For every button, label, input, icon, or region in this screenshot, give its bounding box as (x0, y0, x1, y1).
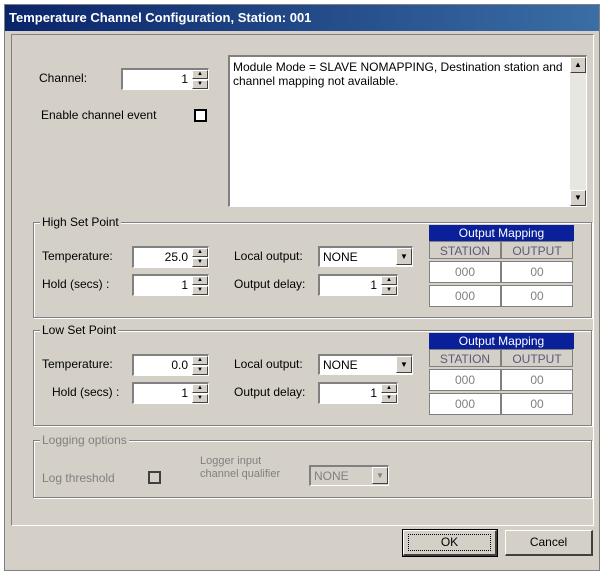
low-mapping-output-cell[interactable]: 00 (501, 369, 573, 391)
scroll-up-arrow-icon[interactable]: ▲ (570, 57, 586, 73)
enable-event-label: Enable channel event (41, 108, 157, 122)
low-local-output-label: Local output: (234, 357, 303, 371)
high-output-delay-value: 1 (370, 278, 377, 292)
high-mapping-output-header: OUTPUT (501, 241, 573, 259)
channel-label: Channel: (39, 71, 88, 85)
low-hold-spinner[interactable]: 1 ▲ ▼ (132, 382, 209, 404)
low-temperature-up-arrow-icon[interactable]: ▲ (192, 356, 208, 365)
log-threshold-label: Log threshold (42, 471, 115, 485)
table-row: 000 00 (429, 259, 574, 283)
low-local-output-value: NONE (323, 358, 358, 372)
high-temperature-spinner[interactable]: 25.0 ▲ ▼ (132, 246, 209, 268)
cancel-button-label: Cancel (529, 535, 568, 549)
logger-input-label: Logger input (200, 455, 262, 467)
high-mapping-output-cell[interactable]: 00 (501, 285, 573, 307)
logging-options-title: Logging options (40, 433, 129, 447)
high-output-delay-up-arrow-icon[interactable]: ▲ (381, 276, 397, 285)
low-output-delay-down-arrow-icon[interactable]: ▼ (381, 394, 397, 403)
low-mapping-title: Output Mapping (429, 333, 574, 349)
mode-message-text: Module Mode = SLAVE NOMAPPING, Destinati… (233, 60, 563, 88)
low-output-delay-up-arrow-icon[interactable]: ▲ (381, 384, 397, 393)
high-output-delay-label: Output delay: (234, 277, 306, 291)
channel-qualifier-dropdown-arrow-icon[interactable]: ▼ (372, 467, 388, 484)
ok-button[interactable]: OK (402, 529, 498, 557)
log-threshold-checkbox[interactable] (148, 471, 161, 484)
high-hold-spinner[interactable]: 1 ▲ ▼ (132, 274, 209, 296)
high-mapping-station-cell[interactable]: 000 (429, 261, 501, 283)
low-mapping-output-header: OUTPUT (501, 349, 573, 367)
low-output-delay-label: Output delay: (234, 385, 306, 399)
table-row: 000 00 (429, 367, 574, 391)
high-set-point-title: High Set Point (40, 215, 121, 229)
low-temperature-label: Temperature: (42, 357, 113, 371)
low-mapping-station-cell[interactable]: 000 (429, 369, 501, 391)
low-set-point-title: Low Set Point (40, 323, 119, 337)
ok-focus-rect (408, 534, 491, 551)
high-hold-up-arrow-icon[interactable]: ▲ (192, 276, 208, 285)
high-local-output-label: Local output: (234, 249, 303, 263)
channel-down-arrow-icon[interactable]: ▼ (192, 80, 208, 89)
low-local-output-dropdown-arrow-icon[interactable]: ▼ (396, 356, 412, 373)
message-scrollbar[interactable]: ▲ ▼ (570, 57, 586, 206)
low-hold-down-arrow-icon[interactable]: ▼ (192, 394, 208, 403)
high-mapping-output-cell[interactable]: 00 (501, 261, 573, 283)
channel-value: 1 (181, 72, 188, 86)
low-hold-value: 1 (181, 386, 188, 400)
low-output-delay-value: 1 (370, 386, 377, 400)
low-hold-up-arrow-icon[interactable]: ▲ (192, 384, 208, 393)
high-local-output-dropdown-arrow-icon[interactable]: ▼ (396, 248, 412, 265)
channel-qualifier-label: channel qualifier (200, 468, 281, 480)
window-title: Temperature Channel Configuration, Stati… (5, 5, 599, 31)
low-output-mapping-table: Output Mapping STATION OUTPUT 000 00 000… (429, 333, 574, 415)
high-temperature-value: 25.0 (164, 250, 188, 264)
main-panel: Channel: 1 ▲ ▼ Enable channel event Modu… (11, 34, 594, 526)
high-temperature-up-arrow-icon[interactable]: ▲ (192, 248, 208, 257)
channel-qualifier-select[interactable]: NONE ▼ (309, 465, 389, 486)
low-hold-label: Hold (secs) : (52, 385, 120, 399)
table-row: 000 00 (429, 391, 574, 415)
low-output-delay-spinner[interactable]: 1 ▲ ▼ (318, 382, 398, 404)
low-temperature-spinner[interactable]: 0.0 ▲ ▼ (132, 354, 209, 376)
table-row: 000 00 (429, 283, 574, 307)
high-local-output-value: NONE (323, 250, 358, 264)
low-mapping-station-header: STATION (429, 349, 501, 367)
logging-options-group: Logging options Log threshold Logger inp… (33, 433, 592, 498)
high-temperature-label: Temperature: (42, 249, 113, 263)
low-mapping-station-cell[interactable]: 000 (429, 393, 501, 415)
low-local-output-select[interactable]: NONE ▼ (318, 354, 413, 375)
channel-up-arrow-icon[interactable]: ▲ (192, 70, 208, 79)
high-mapping-station-header: STATION (429, 241, 501, 259)
high-output-delay-spinner[interactable]: 1 ▲ ▼ (318, 274, 398, 296)
dialog-window: Temperature Channel Configuration, Stati… (4, 4, 600, 571)
low-temperature-value: 0.0 (171, 358, 188, 372)
high-set-point-group: High Set Point Temperature: 25.0 ▲ ▼ Hol… (33, 215, 592, 318)
channel-qualifier-value: NONE (314, 469, 349, 483)
high-mapping-title: Output Mapping (429, 225, 574, 241)
channel-spinner[interactable]: 1 ▲ ▼ (121, 68, 209, 90)
high-hold-label: Hold (secs) : (42, 277, 110, 291)
scroll-down-arrow-icon[interactable]: ▼ (570, 190, 586, 206)
high-hold-down-arrow-icon[interactable]: ▼ (192, 286, 208, 295)
cancel-button[interactable]: Cancel (505, 530, 593, 556)
high-output-delay-down-arrow-icon[interactable]: ▼ (381, 286, 397, 295)
low-mapping-output-cell[interactable]: 00 (501, 393, 573, 415)
high-hold-value: 1 (181, 278, 188, 292)
high-temperature-down-arrow-icon[interactable]: ▼ (192, 258, 208, 267)
low-temperature-down-arrow-icon[interactable]: ▼ (192, 366, 208, 375)
high-output-mapping-table: Output Mapping STATION OUTPUT 000 00 000… (429, 225, 574, 307)
mode-message-textarea[interactable]: Module Mode = SLAVE NOMAPPING, Destinati… (228, 55, 587, 207)
low-set-point-group: Low Set Point Temperature: 0.0 ▲ ▼ Hold … (33, 323, 592, 426)
high-local-output-select[interactable]: NONE ▼ (318, 246, 413, 267)
enable-event-checkbox[interactable] (194, 109, 207, 122)
high-mapping-station-cell[interactable]: 000 (429, 285, 501, 307)
